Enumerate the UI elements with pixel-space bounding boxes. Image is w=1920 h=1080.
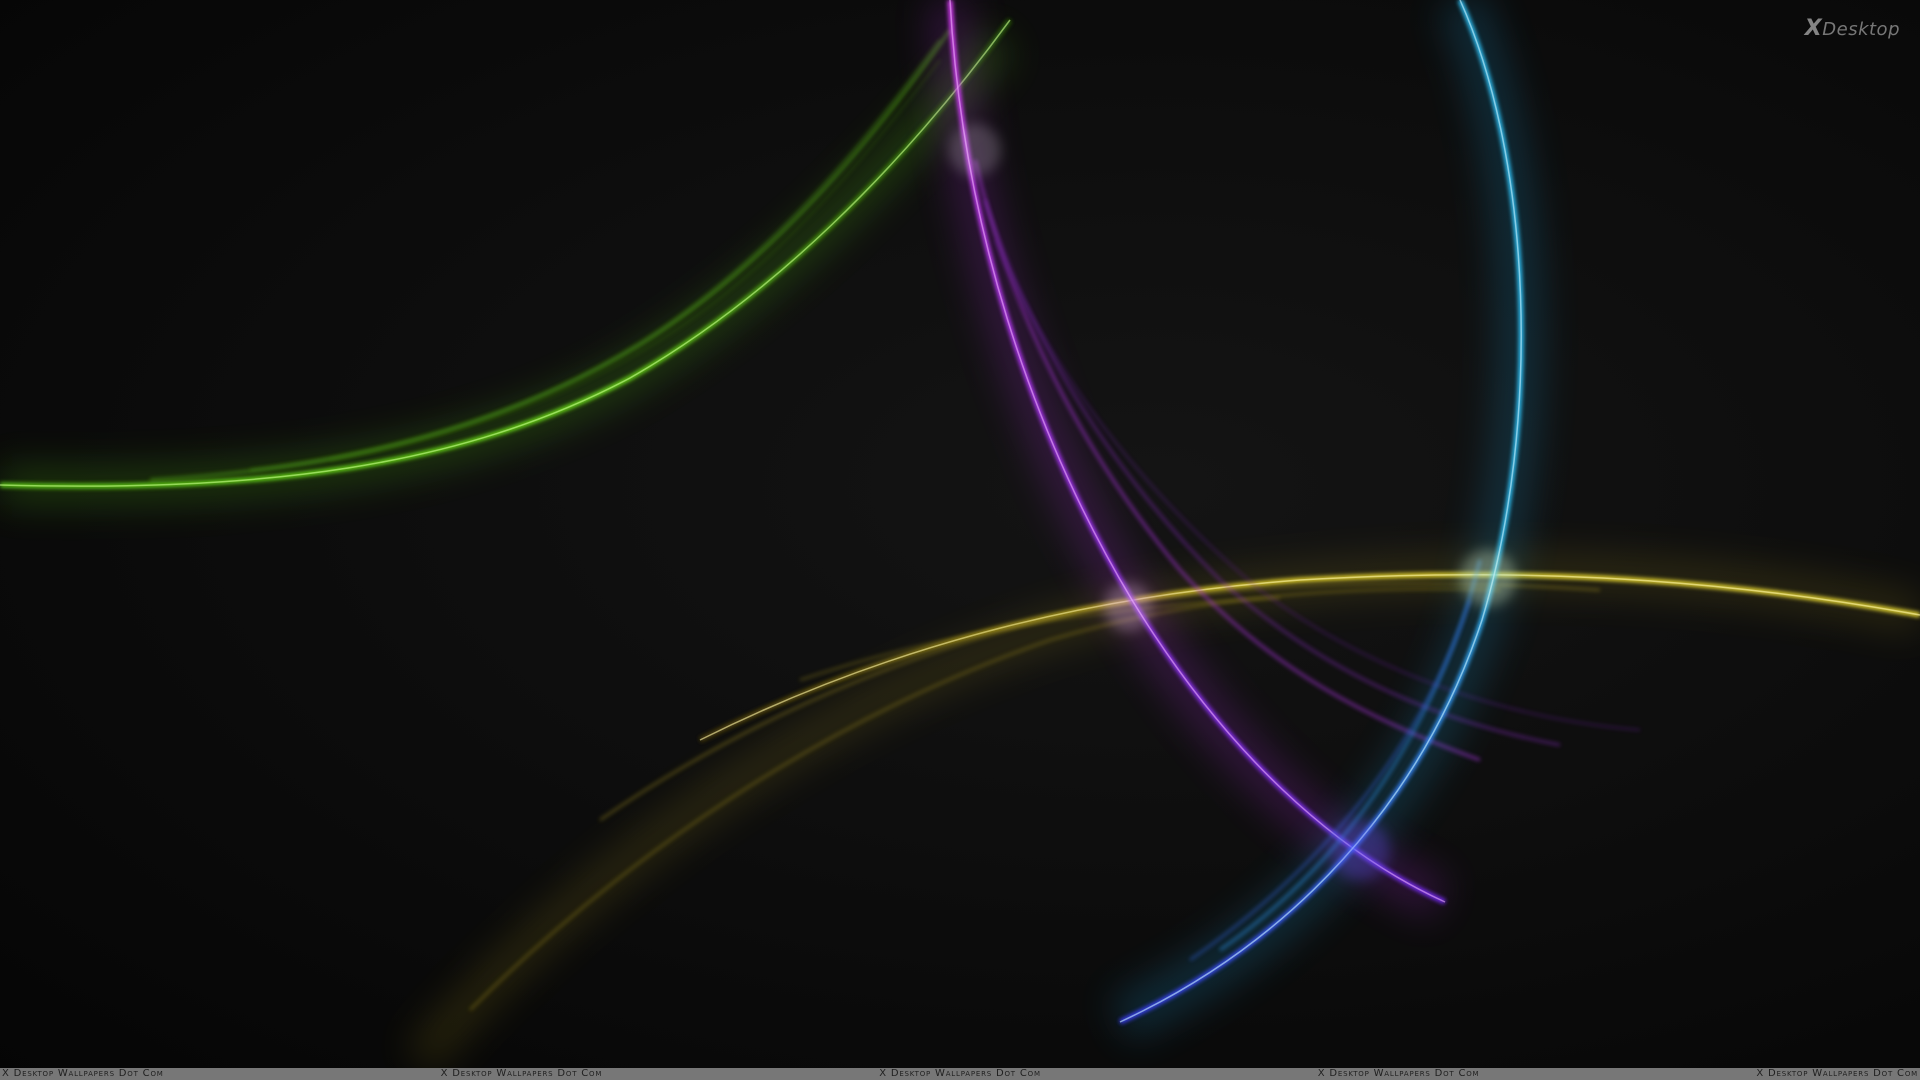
watermark-footer-bar: X Desktop Wallpapers Dot Com X Desktop W… — [0, 1068, 1920, 1080]
watermark-text: X Desktop Wallpapers Dot Com — [440, 1068, 603, 1079]
logo-text: Desktop — [1822, 19, 1900, 40]
light-streaks-artwork — [0, 0, 1920, 1074]
cyan-blue-ring — [1109, 0, 1544, 1042]
logo-mark: X — [1804, 16, 1823, 41]
watermark-text: X Desktop Wallpapers Dot Com — [2, 1068, 164, 1079]
watermark-text: X Desktop Wallpapers Dot Com — [1317, 1068, 1480, 1079]
watermark-text: X Desktop Wallpapers Dot Com — [1756, 1068, 1918, 1079]
xdesktop-logo: XDesktop — [1805, 16, 1900, 41]
watermark-text: X Desktop Wallpapers Dot Com — [879, 1068, 1041, 1079]
wallpaper: XDesktop X Desktop Wallpapers Dot Com X … — [0, 0, 1920, 1080]
green-streak — [0, 18, 1016, 506]
